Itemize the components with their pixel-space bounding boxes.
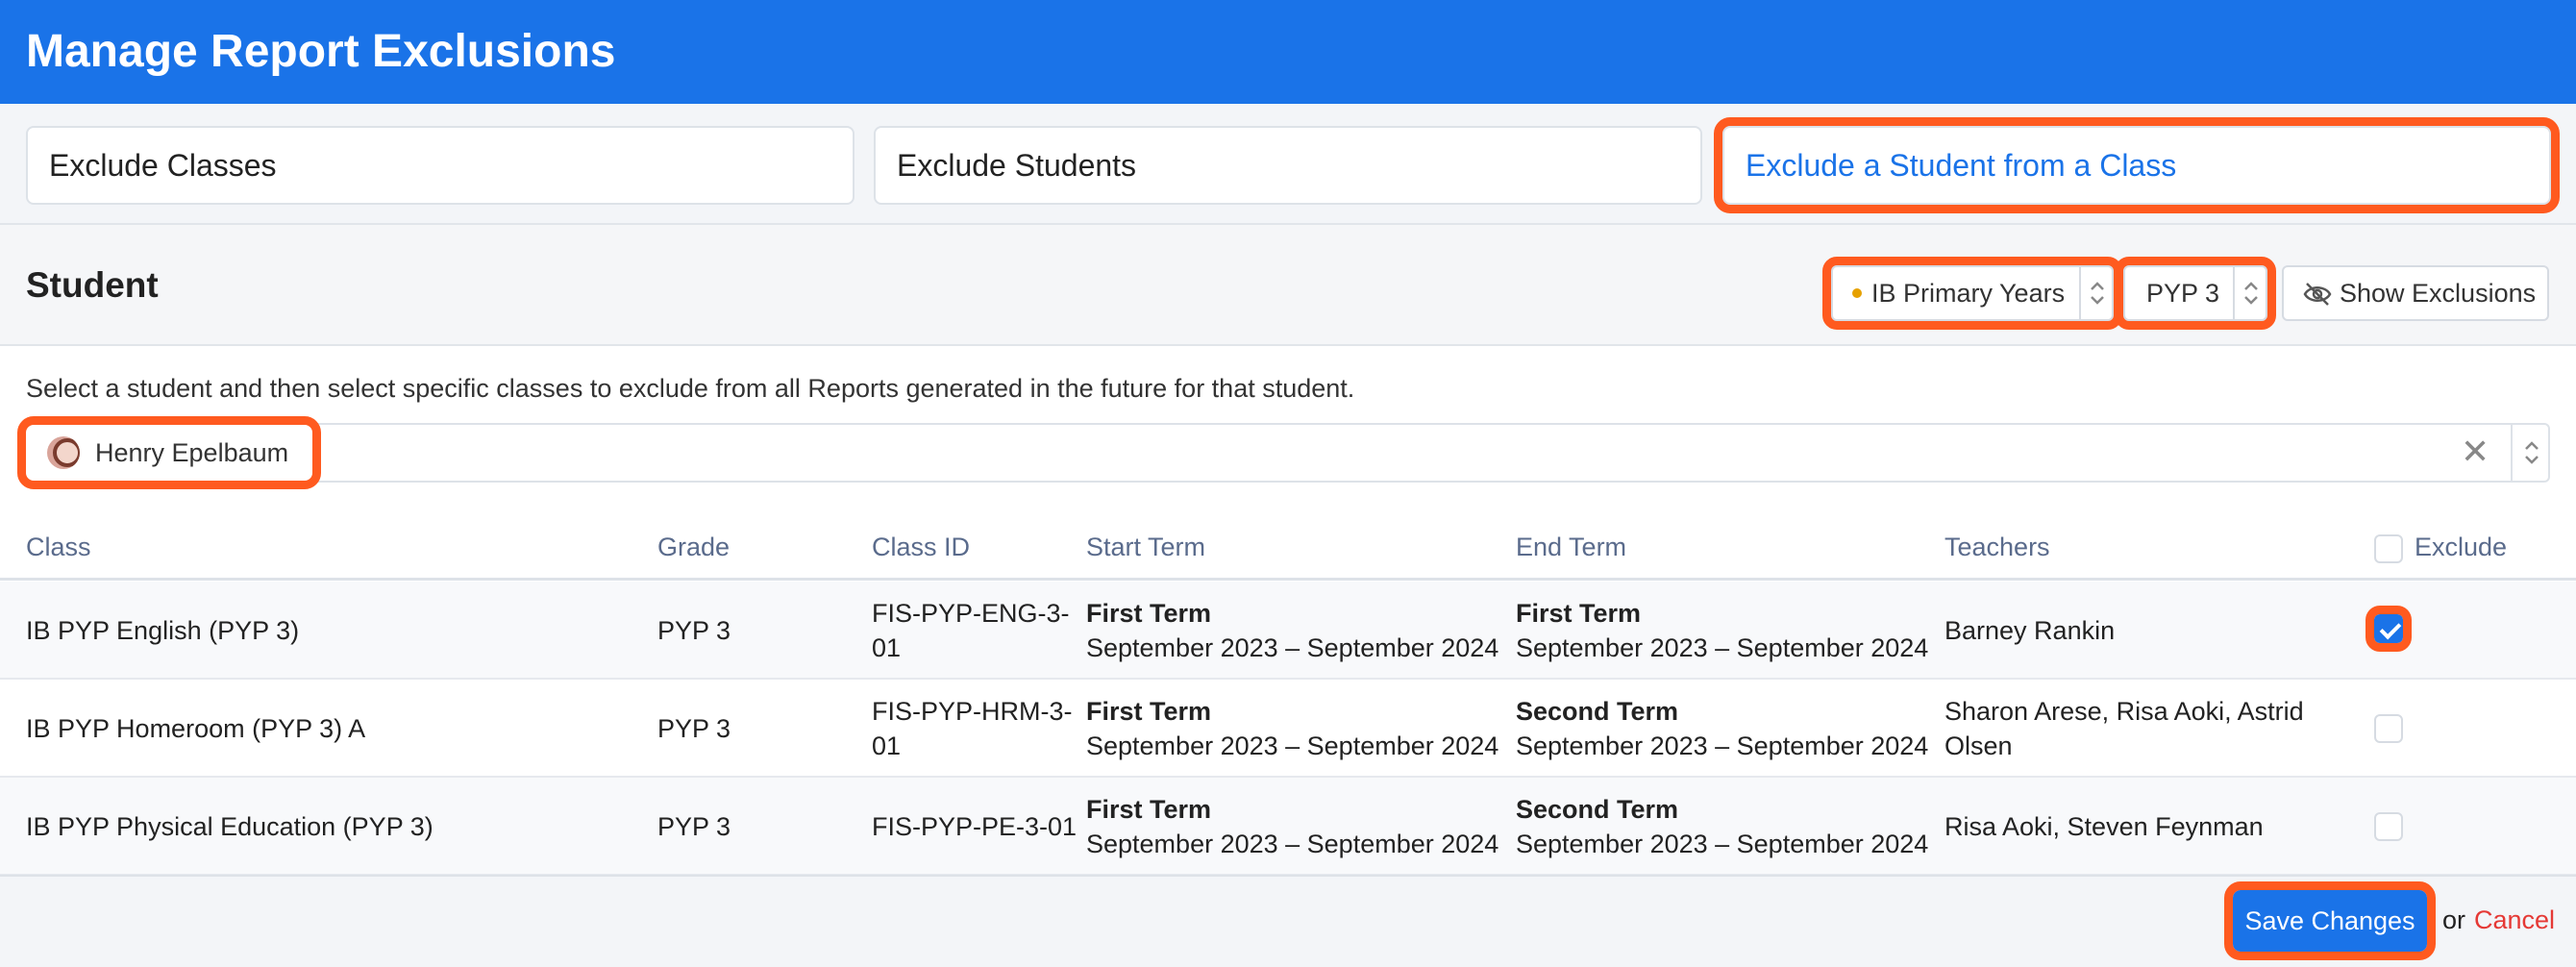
table-row: IB PYP Physical Education (PYP 3) PYP 3 …: [0, 778, 2576, 876]
page-header: Manage Report Exclusions: [0, 0, 2576, 104]
description-text: Select a student and then select specifi…: [26, 374, 1355, 403]
student-name: Henry Epelbaum: [95, 438, 289, 467]
cell-grade: PYP 3: [657, 616, 731, 645]
cell-end-term: Second Term September 2023 – September 20…: [1516, 795, 1929, 858]
page-title: Manage Report Exclusions: [26, 26, 616, 77]
section-title: Student: [26, 265, 159, 305]
cell-class-id: FIS-PYP-PE-3-01: [872, 812, 1077, 841]
grade-select[interactable]: PYP 3: [2115, 257, 2276, 330]
cell-end-term: First Term September 2023 – September 202…: [1516, 599, 1929, 662]
exclude-checkbox[interactable]: [2365, 606, 2412, 652]
column-header-teachers[interactable]: Teachers: [1944, 533, 2050, 562]
cell-start-term: First Term September 2023 – September 202…: [1086, 795, 1499, 858]
program-select-stepper[interactable]: [2079, 267, 2112, 319]
cancel-link[interactable]: Cancel: [2474, 905, 2555, 935]
chevron-updown-icon: [2525, 441, 2539, 464]
selected-student-chip[interactable]: Henry Epelbaum: [17, 416, 321, 489]
cell-class: IB PYP Homeroom (PYP 3) A: [26, 714, 366, 743]
save-changes-button[interactable]: Save Changes: [2224, 881, 2436, 960]
student-select-field[interactable]: [26, 423, 2550, 483]
footer-bar: [0, 875, 2576, 967]
program-select-value: IB Primary Years: [1871, 279, 2066, 308]
table-row: IB PYP Homeroom (PYP 3) A PYP 3 FIS-PYP-…: [0, 680, 2576, 778]
select-all-checkbox[interactable]: [2374, 534, 2403, 563]
exclude-checkbox[interactable]: [2374, 714, 2403, 743]
student-select-stepper[interactable]: [2511, 425, 2549, 481]
tab-exclude-student-from-class[interactable]: Exclude a Student from a Class: [1714, 117, 2560, 213]
clear-icon[interactable]: ✕: [2461, 433, 2489, 471]
cell-class: IB PYP English (PYP 3): [26, 616, 300, 645]
chevron-updown-icon: [2091, 282, 2104, 305]
exclude-checkbox[interactable]: [2374, 812, 2403, 841]
cell-teachers: Barney Rankin: [1944, 616, 2116, 645]
grade-select-stepper[interactable]: [2233, 267, 2266, 319]
cell-class: IB PYP Physical Education (PYP 3): [26, 812, 433, 841]
program-select[interactable]: IB Primary Years: [1822, 257, 2122, 330]
eye-off-icon: [2303, 283, 2332, 306]
show-exclusions-button[interactable]: Show Exclusions: [2282, 265, 2549, 321]
cell-class-id: FIS-PYP-HRM-3- 01: [872, 697, 1073, 760]
cell-grade: PYP 3: [657, 714, 731, 743]
cell-teachers: Risa Aoki, Steven Feynman: [1944, 812, 2264, 841]
cell-end-term: Second Term September 2023 – September 20…: [1516, 697, 1929, 760]
column-header-grade[interactable]: Grade: [657, 533, 730, 562]
or-text: or: [2442, 905, 2466, 934]
tabs-bar: Exclude Classes Exclude Students Exclude…: [0, 104, 2576, 225]
cell-grade: PYP 3: [657, 812, 731, 841]
cell-start-term: First Term September 2023 – September 202…: [1086, 599, 1499, 662]
avatar: [47, 436, 80, 469]
tab-exclude-students[interactable]: Exclude Students: [874, 126, 1702, 205]
cell-teachers: Sharon Arese, Risa Aoki, Astrid Olsen: [1944, 697, 2304, 760]
show-exclusions-label: Show Exclusions: [2340, 279, 2537, 308]
cell-class-id: FIS-PYP-ENG-3- 01: [872, 599, 1070, 662]
tab-exclude-classes[interactable]: Exclude Classes: [26, 126, 855, 205]
column-header-exclude: Exclude: [2415, 533, 2508, 561]
column-header-class-id[interactable]: Class ID: [872, 533, 970, 562]
table-row: IB PYP English (PYP 3) PYP 3 FIS-PYP-ENG…: [0, 582, 2576, 680]
column-header-start-term[interactable]: Start Term: [1086, 533, 1205, 562]
column-header-class[interactable]: Class: [26, 533, 91, 562]
grade-select-value: PYP 3: [2146, 279, 2220, 308]
table-header: Class Grade Class ID Start Term End Term…: [0, 519, 2576, 581]
chevron-updown-icon: [2244, 282, 2258, 305]
status-dot-icon: [1852, 287, 1862, 298]
cell-start-term: First Term September 2023 – September 202…: [1086, 697, 1499, 760]
column-header-end-term[interactable]: End Term: [1516, 533, 1626, 562]
